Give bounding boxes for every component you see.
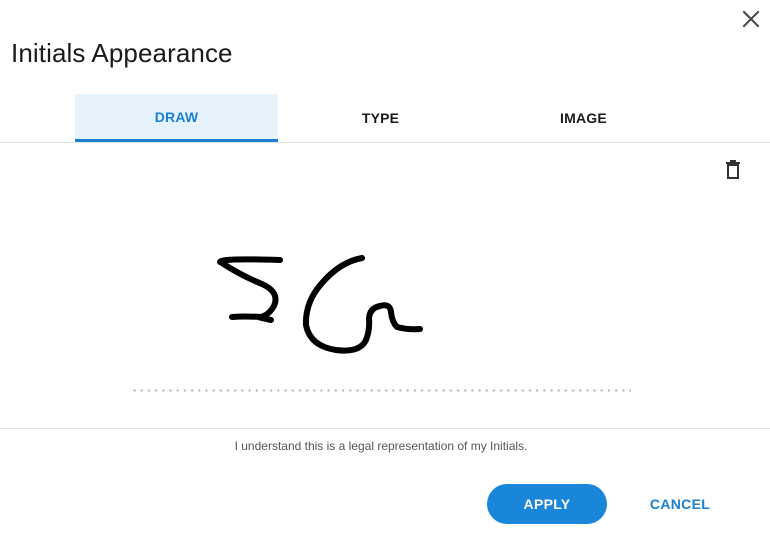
tab-draw[interactable]: DRAW [75,94,278,142]
apply-button[interactable]: APPLY [487,484,607,524]
stroke-g [302,255,423,354]
stroke-s [217,256,283,323]
trash-icon [726,160,740,179]
clear-drawing-button[interactable] [723,159,743,181]
tab-type[interactable]: TYPE [279,94,482,142]
drawing-canvas[interactable] [0,143,770,428]
legal-notice: I understand this is a legal representat… [234,439,528,453]
dialog-title: Initials Appearance [11,38,233,68]
close-icon [742,10,760,28]
drawn-initials-strokes [217,255,423,354]
signature-baseline [131,389,631,392]
close-button[interactable] [740,8,762,30]
divider [0,428,770,429]
tab-image[interactable]: IMAGE [482,94,685,142]
cancel-button[interactable]: CANCEL [630,484,730,524]
tab-bar: DRAW TYPE IMAGE [0,94,770,143]
